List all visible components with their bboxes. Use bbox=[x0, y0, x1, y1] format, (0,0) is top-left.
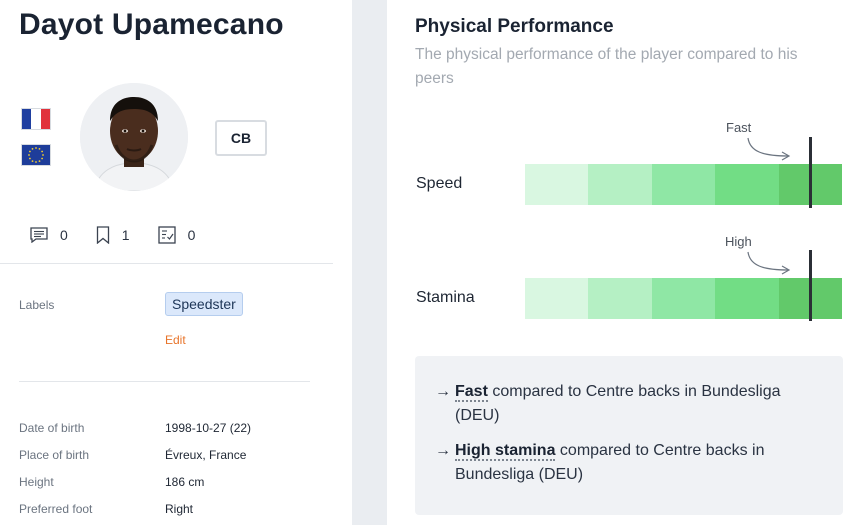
speed-tier-label: Fast bbox=[726, 120, 752, 135]
eu-stars-icon bbox=[28, 147, 44, 163]
panel-separator bbox=[352, 0, 387, 525]
stamina-tier-label: High bbox=[725, 234, 752, 249]
reports-count-value: 0 bbox=[187, 227, 196, 243]
labels-heading: Labels bbox=[19, 298, 55, 312]
reports-count[interactable]: 0 bbox=[157, 226, 196, 244]
position-badge: CB bbox=[215, 120, 267, 156]
edit-labels-link[interactable]: Edit bbox=[165, 333, 186, 347]
detail-label-pob: Place of birth bbox=[19, 448, 90, 462]
detail-value-pob: Évreux, France bbox=[165, 448, 247, 462]
speed-marker bbox=[808, 137, 812, 208]
divider bbox=[0, 263, 333, 264]
stamina-marker bbox=[808, 250, 812, 321]
bar-segment bbox=[715, 164, 779, 205]
comments-count-value: 0 bbox=[60, 227, 68, 243]
physical-performance-panel: Physical Performance The physical perfor… bbox=[387, 0, 852, 525]
stamina-bar bbox=[525, 278, 843, 319]
player-name: Dayot Upamecano bbox=[19, 8, 284, 41]
metric-label-speed: Speed bbox=[416, 175, 463, 192]
bar-segment bbox=[525, 164, 589, 205]
arrow-right-icon: → bbox=[435, 383, 451, 400]
detail-label-height: Height bbox=[19, 475, 54, 489]
bar-segment bbox=[588, 164, 652, 205]
bar-segment bbox=[525, 278, 589, 319]
detail-label-foot: Preferred foot bbox=[19, 502, 93, 516]
summary-line-speed: → Fast compared to Centre backs in Bunde… bbox=[435, 380, 815, 428]
curved-arrow-icon bbox=[747, 251, 791, 275]
bookmark-icon bbox=[96, 226, 109, 244]
activity-counts: 0 1 0 bbox=[30, 226, 223, 244]
summary-highlight-fast[interactable]: Fast bbox=[455, 383, 488, 402]
speed-bar bbox=[525, 164, 843, 205]
bookmarks-count[interactable]: 1 bbox=[96, 226, 130, 244]
curved-arrow-icon bbox=[747, 137, 791, 161]
player-photo-icon bbox=[80, 83, 188, 191]
eu-flag bbox=[21, 144, 51, 166]
player-avatar bbox=[80, 83, 188, 191]
label-chip-speedster[interactable]: Speedster bbox=[165, 292, 243, 316]
detail-label-dob: Date of birth bbox=[19, 421, 85, 435]
section-subtitle: The physical performance of the player c… bbox=[415, 46, 798, 87]
bar-segment bbox=[715, 278, 779, 319]
arrow-right-icon: → bbox=[435, 442, 451, 459]
detail-value-foot: Right bbox=[165, 502, 194, 516]
summary-line-stamina: → High stamina compared to Centre backs … bbox=[435, 439, 815, 487]
summary-text: compared to Centre backs in Bundesliga (… bbox=[455, 383, 781, 424]
comments-count[interactable]: 0 bbox=[30, 227, 68, 243]
summary-box: → Fast compared to Centre backs in Bunde… bbox=[415, 356, 843, 515]
metric-label-stamina: Stamina bbox=[416, 289, 475, 306]
bar-segment bbox=[651, 164, 716, 205]
detail-value-height: 186 cm bbox=[165, 475, 205, 489]
summary-highlight-stamina[interactable]: High stamina bbox=[455, 442, 556, 461]
bar-segment bbox=[651, 278, 716, 319]
comment-icon bbox=[30, 227, 48, 243]
detail-value-dob: 1998-10-27 (22) bbox=[165, 421, 252, 435]
section-title: Physical Performance bbox=[415, 16, 614, 37]
bookmarks-count-value: 1 bbox=[121, 227, 130, 243]
player-profile-panel: Dayot Upamecano CB 0 1 0 Labels Speedste… bbox=[0, 0, 352, 525]
checklist-icon bbox=[157, 226, 176, 244]
bar-segment bbox=[588, 278, 652, 319]
france-flag bbox=[21, 108, 51, 130]
divider bbox=[19, 381, 310, 382]
